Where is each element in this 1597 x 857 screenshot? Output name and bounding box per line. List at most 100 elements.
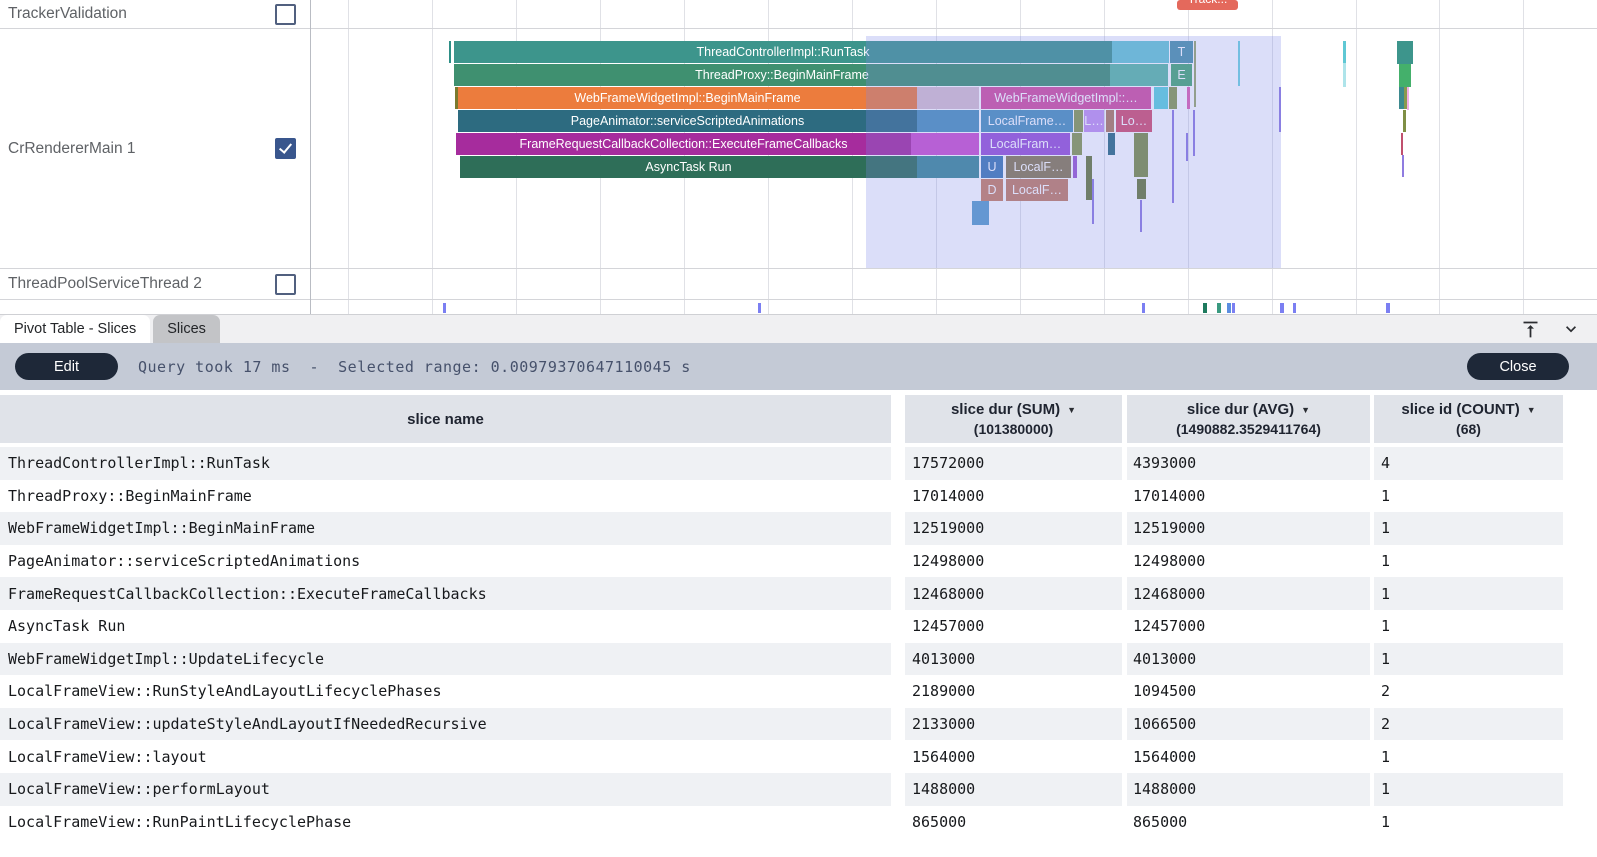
mini-slice-tick[interactable] [1203,303,1207,313]
cell-id-count: 1 [1374,773,1563,806]
cell-slice-name: LocalFrameView::RunPaintLifecyclePhase [0,806,891,839]
cell-dur-sum: 2133000 [905,708,1122,741]
cell-slice-name: WebFrameWidgetImpl::BeginMainFrame [0,512,891,545]
timeline-panel[interactable]: Track... ThreadControllerImpl::RunTask T [0,0,1597,315]
cell-id-count: 1 [1374,740,1563,773]
track-row: TrackerValidation [0,0,310,28]
cell-dur-avg: 12498000 [1127,545,1370,578]
flame-slice[interactable]: AsyncTask Run [460,156,917,178]
header-aggregate-value: (68) [1456,421,1481,437]
table-row[interactable]: PageAnimator::serviceScriptedAnimations … [0,545,1597,578]
query-status-bar: Edit Query took 17 ms - Selected range: … [0,343,1597,390]
flame-slice-label: WebFrameWidgetImpl::BeginMainFrame [574,91,800,105]
track-checkbox[interactable] [275,4,296,25]
flame-slice[interactable] [1402,155,1404,177]
header-slice-id-count[interactable]: slice id (COUNT) ▼ (68) [1374,395,1563,443]
cell-slice-name: AsyncTask Run [0,610,891,643]
header-label: slice name [407,411,484,428]
cell-dur-sum: 1488000 [905,773,1122,806]
table-row[interactable]: FrameRequestCallbackCollection::ExecuteF… [0,577,1597,610]
cell-slice-name: LocalFrameView::layout [0,740,891,773]
cell-id-count: 1 [1374,610,1563,643]
vertical-align-top-icon[interactable] [1520,319,1541,340]
flame-slice-label: ThreadControllerImpl::RunTask [697,45,870,59]
table-row[interactable]: LocalFrameView::performLayout 1488000 14… [0,773,1597,806]
query-status-text: Query took 17 ms - Selected range: 0.009… [138,358,691,376]
cell-slice-name: LocalFrameView::RunStyleAndLayoutLifecyc… [0,675,891,708]
tab-label: Pivot Table - Slices [14,321,136,337]
flame-slice[interactable] [1403,110,1406,132]
header-label: slice dur (SUM) [951,401,1060,418]
flame-slice-label: FrameRequestCallbackCollection::ExecuteF… [520,137,848,151]
mini-slice-tick[interactable] [1142,303,1145,313]
pivot-table-body: ThreadControllerImpl::RunTask 17572000 4… [0,447,1597,838]
track-name: CrRendererMain 1 [8,140,136,158]
table-row[interactable]: WebFrameWidgetImpl::BeginMainFrame 12519… [0,512,1597,545]
cell-slice-name: PageAnimator::serviceScriptedAnimations [0,545,891,578]
track-panel-divider [310,0,311,314]
area-selection-overlay [866,36,1281,268]
flame-slice[interactable] [449,41,451,63]
header-slice-name: slice name [0,395,891,443]
flame-slice-label: PageAnimator::serviceScriptedAnimations [571,114,804,128]
cell-slice-name: LocalFrameView::performLayout [0,773,891,806]
cell-slice-name: ThreadControllerImpl::RunTask [0,447,891,480]
mini-slice-tick[interactable] [1227,303,1231,313]
flame-slice[interactable] [1343,63,1346,87]
track-row: CrRendererMain 1 [0,28,310,269]
mini-slice-tick[interactable] [1386,303,1390,313]
mini-slice-tick[interactable] [1293,303,1296,313]
flame-slice[interactable]: FrameRequestCallbackCollection::ExecuteF… [456,133,911,155]
table-row[interactable]: ThreadProxy::BeginMainFrame 17014000 170… [0,480,1597,513]
mini-slice-tick[interactable] [1280,303,1284,313]
sort-caret-icon[interactable]: ▼ [1067,405,1076,415]
cell-dur-sum: 12468000 [905,577,1122,610]
cell-id-count: 1 [1374,512,1563,545]
table-row[interactable]: LocalFrameView::updateStyleAndLayoutIfNe… [0,708,1597,741]
flame-slice[interactable] [1401,133,1403,155]
cell-dur-sum: 1564000 [905,740,1122,773]
cell-slice-name: WebFrameWidgetImpl::UpdateLifecycle [0,643,891,676]
cell-id-count: 1 [1374,806,1563,839]
mini-slice-tick[interactable] [443,303,446,313]
cell-id-count: 1 [1374,577,1563,610]
cell-dur-avg: 17014000 [1127,480,1370,513]
header-aggregate-value: (101380000) [974,421,1053,437]
flame-slice-label: AsyncTask Run [645,160,731,174]
table-row[interactable]: LocalFrameView::RunStyleAndLayoutLifecyc… [0,675,1597,708]
table-row[interactable]: LocalFrameView::layout 1564000 1564000 1 [0,740,1597,773]
cell-dur-avg: 1094500 [1127,675,1370,708]
pivot-table-header: slice name slice dur (SUM) ▼ (101380000)… [0,395,1597,443]
chevron-down-icon[interactable] [1561,319,1581,339]
flame-slice[interactable]: WebFrameWidgetImpl::BeginMainFrame [458,87,917,109]
flame-slice[interactable]: PageAnimator::serviceScriptedAnimations [458,110,917,132]
edit-button[interactable]: Edit [15,353,118,380]
header-slice-dur-sum[interactable]: slice dur (SUM) ▼ (101380000) [905,395,1122,443]
table-row[interactable]: ThreadControllerImpl::RunTask 17572000 4… [0,447,1597,480]
flame-slice[interactable] [1343,41,1346,63]
table-row[interactable]: AsyncTask Run 12457000 12457000 1 [0,610,1597,643]
cell-id-count: 1 [1374,480,1563,513]
track-checkbox[interactable] [275,274,296,295]
header-slice-dur-avg[interactable]: slice dur (AVG) ▼ (1490882.3529411764) [1127,395,1370,443]
cell-slice-name: FrameRequestCallbackCollection::ExecuteF… [0,577,891,610]
cell-dur-avg: 12519000 [1127,512,1370,545]
sort-caret-icon[interactable]: ▼ [1527,405,1536,415]
mini-slice-tick[interactable] [1217,303,1221,313]
cell-dur-avg: 1488000 [1127,773,1370,806]
mini-slice-tick[interactable] [1232,303,1235,313]
cell-dur-avg: 1564000 [1127,740,1370,773]
table-row[interactable]: LocalFrameView::RunPaintLifecyclePhase 8… [0,806,1597,839]
flame-slice[interactable]: Track... [1177,0,1238,10]
flame-slice[interactable] [1399,64,1411,87]
close-button[interactable]: Close [1467,353,1569,380]
flame-slice[interactable] [1397,41,1413,64]
tab-slices[interactable]: Slices [153,315,220,343]
flame-slice[interactable] [1407,87,1409,110]
tab-pivot-table-slices[interactable]: Pivot Table - Slices [0,315,150,343]
table-row[interactable]: WebFrameWidgetImpl::UpdateLifecycle 4013… [0,643,1597,676]
flame-slice-label: Track... [1188,0,1228,6]
mini-slice-tick[interactable] [758,303,761,313]
track-checkbox[interactable] [275,138,296,159]
sort-caret-icon[interactable]: ▼ [1301,405,1310,415]
